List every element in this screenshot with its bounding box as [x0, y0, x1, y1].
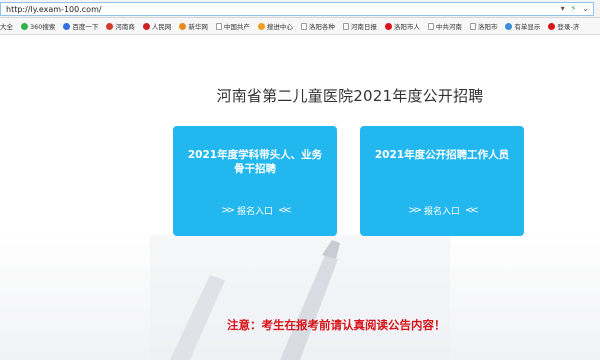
page-icon — [215, 22, 222, 30]
site-icon — [384, 22, 392, 30]
bookmark-label: 洛阳各种 — [308, 23, 335, 31]
page-icon — [342, 22, 349, 30]
bookmark-item[interactable]: 登录-济 — [548, 21, 579, 31]
chevron-down-icon[interactable]: ⌄ — [582, 3, 589, 15]
chevron-right-icon: >> — [408, 205, 422, 216]
entry-label: 报名入口 — [236, 207, 273, 217]
bookmark-label: 洛阳市人 — [393, 23, 420, 31]
bookmark-item[interactable]: 中国共产 — [215, 21, 250, 31]
bookmark-item[interactable]: 360搜索 — [21, 21, 55, 31]
bookmark-label: 新华网 — [188, 23, 208, 31]
page-icon — [427, 22, 434, 30]
chevron-right-icon: >> — [221, 205, 235, 216]
bookmarks-bar: 大全 360搜索 百度一下 河南商 人民网 新华网 中国共产 搜进中心 洛阳各种 河南日报 洛阳市人… — [0, 18, 600, 35]
register-entry-link[interactable]: >> 报名入口 << — [173, 204, 337, 217]
bookmark-item[interactable]: 洛阳各种 — [300, 21, 335, 31]
chevron-left-icon: << — [278, 205, 292, 216]
bookmark-item[interactable]: 有单显示 — [505, 21, 540, 31]
bookmark-label: 360搜索 — [30, 23, 56, 31]
page-icon — [469, 22, 476, 30]
lightning-icon[interactable]: ⚡ — [571, 3, 577, 15]
bookmark-label: 洛阳市 — [477, 23, 498, 31]
page-content: 河南省第二儿童医院2021年度公开招聘 2021年度学科带头人、业务骨干招聘 >… — [0, 35, 600, 360]
url-field[interactable]: http://ly.exam-100.com/ ▾ ⚡ ⌄ — [0, 2, 594, 16]
360-icon — [21, 22, 28, 30]
url-actions: ▾ ⚡ ⌄ — [561, 3, 589, 15]
bookmark-label: 河南商 — [115, 23, 135, 31]
bookmark-item[interactable]: 洛阳市 — [469, 21, 498, 31]
bookmark-item[interactable]: 河南商 — [106, 21, 135, 31]
card-title: 2021年度学科带头人、业务骨干招聘 — [187, 149, 323, 175]
page-icon — [300, 22, 307, 30]
bookmark-item[interactable]: 新华网 — [179, 21, 208, 31]
bookmark-label: 中共河南 — [435, 23, 462, 31]
chevron-left-icon: << — [465, 205, 479, 216]
address-bar: http://ly.exam-100.com/ ▾ ⚡ ⌄ — [0, 0, 600, 18]
site-icon — [505, 22, 513, 30]
recruit-card-staff[interactable]: 2021年度公开招聘工作人员 >> 报名入口 << — [360, 126, 524, 236]
bookmark-label: 人民网 — [151, 23, 172, 31]
dropdown-icon[interactable]: ▾ — [561, 3, 565, 15]
bookmark-item[interactable]: 搜进中心 — [257, 21, 293, 31]
site-icon — [179, 22, 187, 30]
bookmark-label: 搜进中心 — [266, 23, 293, 31]
bookmark-item[interactable]: 洛阳市人 — [384, 21, 420, 31]
site-icon — [106, 22, 114, 30]
recruit-card-leaders[interactable]: 2021年度学科带头人、业务骨干招聘 >> 报名入口 << — [173, 126, 337, 236]
notice-text: 注意：考生在报考前请认真阅读公告内容！ — [227, 318, 446, 332]
bookmark-label: 河南日报 — [350, 23, 377, 31]
bookmark-label: 有单显示 — [514, 23, 541, 31]
bookmark-item[interactable]: 河南日报 — [342, 21, 377, 31]
site-icon — [548, 22, 556, 30]
bookmark-item[interactable]: 中共河南 — [427, 21, 462, 31]
register-entry-link[interactable]: >> 报名入口 << — [360, 204, 524, 217]
background-decoration — [150, 235, 450, 360]
card-title: 2021年度公开招聘工作人员 — [374, 149, 510, 161]
site-icon — [257, 22, 265, 30]
baidu-icon — [63, 22, 71, 30]
bookmark-item[interactable]: 人民网 — [142, 21, 172, 31]
bookmark-label: 大全 — [0, 23, 13, 31]
page-title: 河南省第二儿童医院2021年度公开招聘 — [216, 87, 484, 105]
site-icon — [142, 22, 150, 30]
bookmark-label: 百度一下 — [72, 23, 99, 31]
bookmark-item[interactable]: 大全 — [0, 21, 13, 31]
entry-label: 报名入口 — [423, 207, 460, 217]
bookmark-label: 中国共产 — [223, 23, 250, 31]
bookmark-label: 登录-济 — [557, 23, 580, 31]
url-text[interactable]: http://ly.exam-100.com/ — [6, 5, 102, 14]
bookmark-item[interactable]: 百度一下 — [63, 21, 98, 31]
